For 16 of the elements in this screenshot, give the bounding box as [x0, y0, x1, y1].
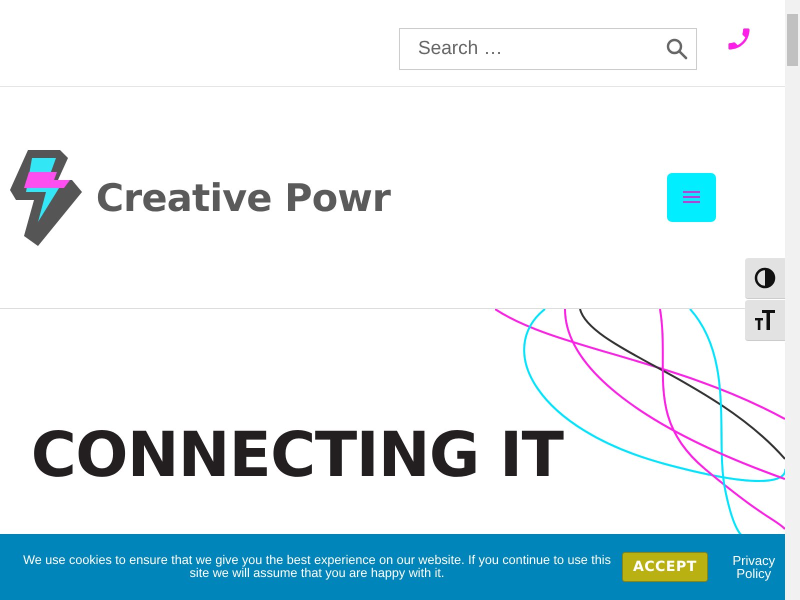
menu-button[interactable] [667, 173, 716, 222]
text-size-button[interactable] [745, 300, 785, 341]
lightning-bolt-logo-icon [10, 148, 84, 248]
menu-icon [683, 191, 700, 204]
logo-text: Creative Powr [96, 176, 390, 220]
contrast-icon [754, 267, 776, 289]
contrast-button[interactable] [745, 258, 785, 299]
scrollbar-thumb[interactable] [787, 14, 798, 66]
text-size-icon [754, 309, 776, 331]
search-icon[interactable] [666, 38, 688, 60]
hero-heading-line: CONNECTING IT [31, 417, 565, 493]
cookie-message: We use cookies to ensure that we give you the best experience on our website. If you continue to use this site we will assume that you are happy with it. [22, 554, 612, 580]
privacy-policy-link[interactable]: Privacy Policy [724, 554, 784, 580]
scrollbar[interactable] [785, 0, 800, 600]
search-field[interactable]: Search … [399, 28, 697, 70]
accept-button[interactable]: ACCEPT [622, 552, 708, 582]
